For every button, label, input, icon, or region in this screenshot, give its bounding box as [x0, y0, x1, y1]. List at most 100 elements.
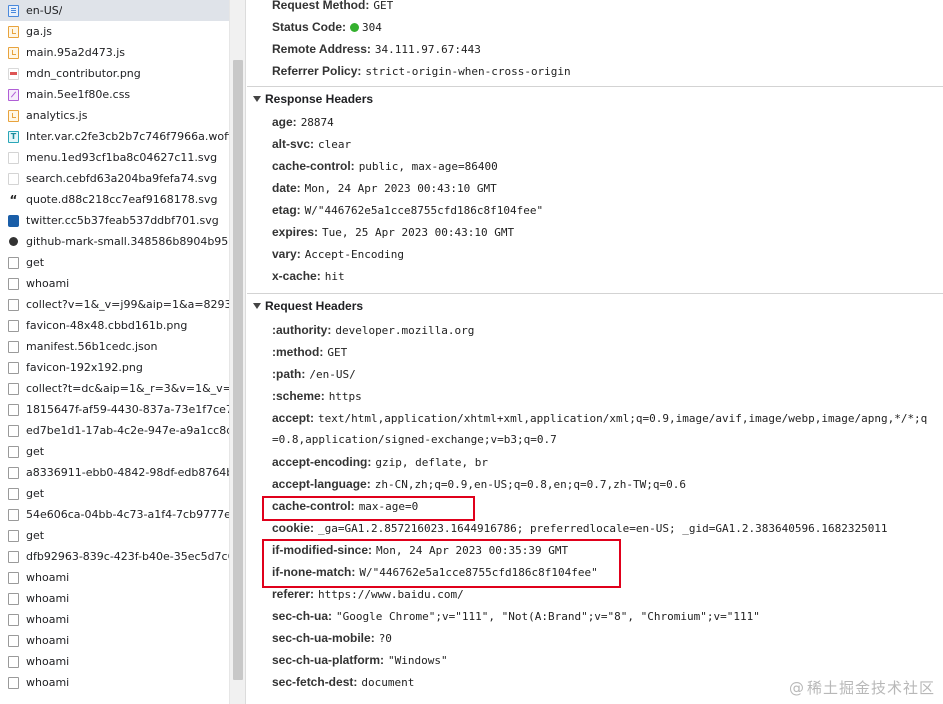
- request-name: get: [26, 529, 45, 542]
- request-name: search.cebfd63a204ba9fefa74.svg: [26, 172, 218, 185]
- header-key: accept-encoding:: [272, 455, 372, 469]
- request-row[interactable]: main.5ee1f80e.css: [0, 84, 229, 105]
- status-dot-icon: [350, 23, 360, 32]
- request-name: manifest.56b1cedc.json: [26, 340, 158, 353]
- watermark-text: 稀土掘金技术社区: [806, 679, 935, 697]
- request-row[interactable]: search.cebfd63a204ba9fefa74.svg: [0, 168, 229, 189]
- request-row[interactable]: get: [0, 441, 229, 462]
- header-value: Mon, 24 Apr 2023 00:43:10 GMT: [304, 182, 497, 195]
- request-row[interactable]: mdn_contributor.png: [0, 63, 229, 84]
- header-key: sec-ch-ua:: [272, 609, 333, 623]
- request-row[interactable]: 54e606ca-04bb-4c73-a1f4-7cb9777e9: [0, 504, 229, 525]
- header-row: Status Code: 304: [247, 16, 943, 38]
- font-file-icon: T: [8, 130, 19, 143]
- request-name: mdn_contributor.png: [26, 67, 141, 80]
- request-list-scrollbar[interactable]: [229, 0, 246, 704]
- request-name: ed7be1d1-17ab-4c2e-947e-a9a1cc8de: [26, 424, 229, 437]
- svg-file-icon: [8, 151, 19, 164]
- scrollbar-thumb[interactable]: [233, 60, 243, 680]
- xhr-file-icon: [8, 613, 19, 626]
- xhr-file-icon: [8, 361, 19, 374]
- header-key: expires:: [272, 225, 319, 239]
- header-value: clear: [318, 138, 352, 151]
- header-key: cookie:: [272, 521, 315, 535]
- request-row[interactable]: favicon-48x48.cbbd161b.png: [0, 315, 229, 336]
- header-value: Tue, 25 Apr 2023 00:43:10 GMT: [322, 226, 515, 239]
- request-row[interactable]: whoami: [0, 651, 229, 672]
- request-row[interactable]: 1815647f-af59-4430-837a-73e1f7ce78: [0, 399, 229, 420]
- header-row: cache-control: public, max-age=86400: [247, 155, 943, 177]
- header-row: if-modified-since: Mon, 24 Apr 2023 00:35…: [247, 539, 943, 561]
- header-value: gzip, deflate, br: [375, 456, 488, 469]
- xhr-file-icon: [8, 445, 19, 458]
- header-value: https: [328, 390, 362, 403]
- request-headers-toggle[interactable]: Request Headers: [247, 293, 943, 317]
- header-row: :authority: developer.mozilla.org: [247, 319, 943, 341]
- request-row[interactable]: get: [0, 483, 229, 504]
- request-row[interactable]: ed7be1d1-17ab-4c2e-947e-a9a1cc8de: [0, 420, 229, 441]
- image-file-icon: [8, 67, 19, 80]
- request-row[interactable]: analytics.js: [0, 105, 229, 126]
- request-name: whoami: [26, 277, 70, 290]
- header-row: alt-svc: clear: [247, 133, 943, 155]
- request-row[interactable]: favicon-192x192.png: [0, 357, 229, 378]
- request-row[interactable]: menu.1ed93cf1ba8c04627c11.svg: [0, 147, 229, 168]
- xhr-file-icon: [8, 508, 19, 521]
- request-row[interactable]: get: [0, 252, 229, 273]
- request-headers-list: :authority: developer.mozilla.org:method:…: [247, 317, 943, 693]
- request-row[interactable]: collect?v=1&_v=j99&aip=1&a=82933: [0, 294, 229, 315]
- header-row: :path:/en-US/: [247, 363, 943, 385]
- header-key: date:: [272, 181, 301, 195]
- request-name: menu.1ed93cf1ba8c04627c11.svg: [26, 151, 218, 164]
- header-key: Remote Address:: [272, 42, 371, 56]
- request-row[interactable]: whoami: [0, 567, 229, 588]
- request-row[interactable]: manifest.56b1cedc.json: [0, 336, 229, 357]
- header-key: cache-control:: [272, 159, 355, 173]
- watermark: @ 稀土掘金技术社区: [789, 677, 935, 698]
- header-value: 34.111.97.67:443: [374, 43, 481, 56]
- header-value: max-age=0: [358, 500, 419, 513]
- response-headers-toggle[interactable]: Response Headers: [247, 86, 943, 110]
- header-row: date: Mon, 24 Apr 2023 00:43:10 GMT: [247, 177, 943, 199]
- request-name: github-mark-small.348586b8904b950b: [26, 235, 229, 248]
- header-row: Referrer Policy: strict-origin-when-cross…: [247, 60, 943, 82]
- header-value: strict-origin-when-cross-origin: [365, 65, 571, 78]
- header-value: "Windows": [388, 654, 448, 667]
- svg-file-icon: [8, 172, 19, 185]
- xhr-file-icon: [8, 592, 19, 605]
- header-value: zh-CN,zh;q=0.9,en-US;q=0.8,en;q=0.7,zh-T…: [374, 478, 686, 491]
- xhr-file-icon: [8, 634, 19, 647]
- request-row[interactable]: dfb92963-839c-423f-b40e-35ec5d7c6: [0, 546, 229, 567]
- network-request-list: en-US/ga.js main.95a2d473.js mdn_contribut…: [0, 0, 229, 704]
- header-value: https://www.baidu.com/: [318, 588, 464, 601]
- header-value: 304: [362, 21, 382, 34]
- request-row[interactable]: main.95a2d473.js: [0, 42, 229, 63]
- request-row[interactable]: “ quote.d88c218cc7eaf9168178.svg: [0, 189, 229, 210]
- request-name: 54e606ca-04bb-4c73-a1f4-7cb9777e9: [26, 508, 229, 521]
- header-key: :path:: [272, 367, 306, 381]
- request-row[interactable]: whoami: [0, 672, 229, 693]
- header-value: text/html,application/xhtml+xml,applicat…: [318, 412, 928, 425]
- request-row[interactable]: T Inter.var.c2fe3cb2b7c746f7966a.woff2: [0, 126, 229, 147]
- header-key: Request Method:: [272, 0, 370, 12]
- request-row[interactable]: whoami: [0, 588, 229, 609]
- header-value: W/"446762e5a1cce8755cfd186c8f104fee": [304, 204, 544, 217]
- request-row[interactable]: en-US/: [0, 0, 229, 21]
- request-row[interactable]: get: [0, 525, 229, 546]
- xhr-file-icon: [8, 550, 19, 563]
- request-row[interactable]: a8336911-ebb0-4842-98df-edb8764b: [0, 462, 229, 483]
- request-row[interactable]: ga.js: [0, 21, 229, 42]
- header-key: alt-svc:: [272, 137, 315, 151]
- request-row[interactable]: github-mark-small.348586b8904b950b: [0, 231, 229, 252]
- header-row: vary: Accept-Encoding: [247, 243, 943, 265]
- request-row[interactable]: whoami: [0, 273, 229, 294]
- header-row: :scheme: https: [247, 385, 943, 407]
- request-name: collect?v=1&_v=j99&aip=1&a=82933: [26, 298, 229, 311]
- xhr-file-icon: [8, 277, 19, 290]
- response-headers-list: age: 28874 alt-svc: clear cache-control: publ…: [247, 110, 943, 287]
- request-row[interactable]: twitter.cc5b37feab537ddbf701.svg: [0, 210, 229, 231]
- request-row[interactable]: collect?t=dc&aip=1&_r=3&v=1&_v=j: [0, 378, 229, 399]
- header-value: _ga=GA1.2.857216023.1644916786; preferre…: [318, 522, 888, 535]
- request-row[interactable]: whoami: [0, 609, 229, 630]
- request-row[interactable]: whoami: [0, 630, 229, 651]
